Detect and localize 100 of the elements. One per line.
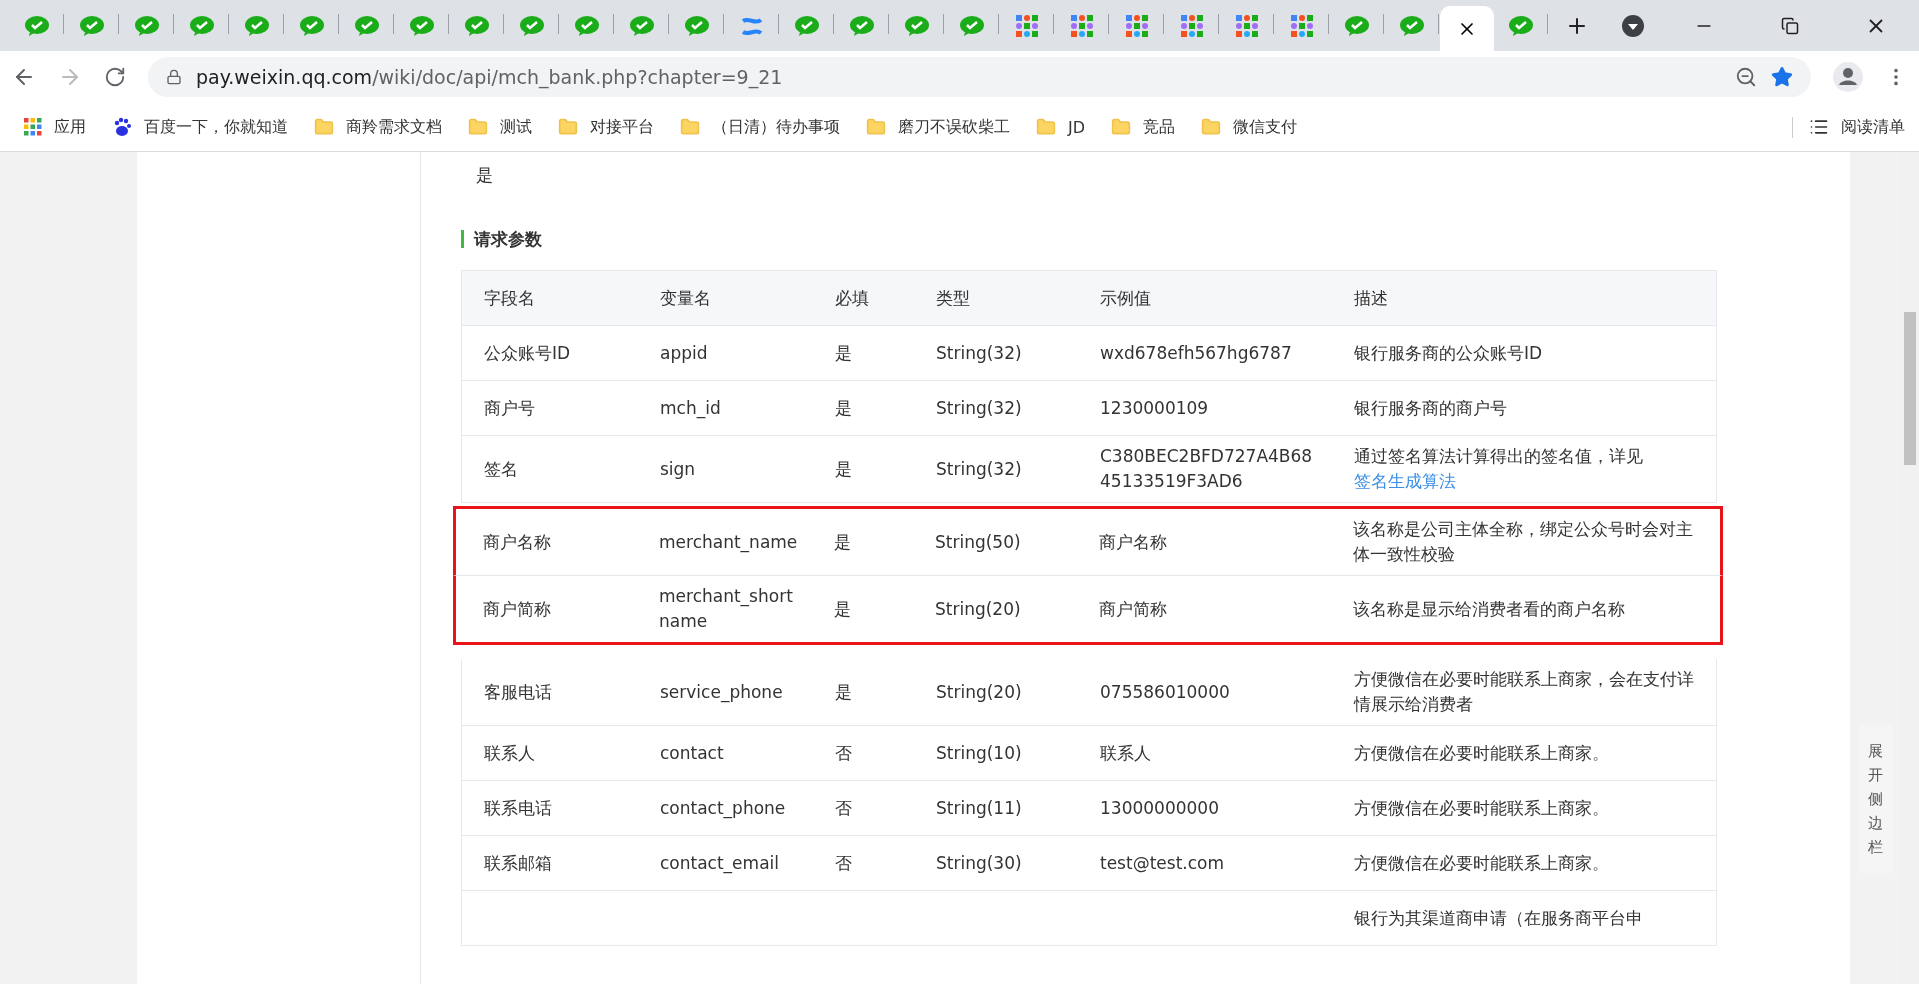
table-cell-text: service_phone [659,680,784,705]
bookmark[interactable]: 对接平台 [558,116,654,138]
table-cell-text: 公众账号ID [483,341,572,365]
table-cell-text: String(32) [935,341,1023,365]
chat-bubble-icon [79,14,105,37]
table-cell-text: 是 [833,597,852,621]
folder-icon [558,117,578,137]
chat-bubble-icon [959,14,985,37]
table-cell-text: 联系人 [1099,741,1152,765]
bookmark[interactable]: 应用 [24,116,86,138]
table-cell-text: 否 [834,796,853,820]
star-icon[interactable] [1771,66,1793,88]
bookmark[interactable]: 商羚需求文档 [314,116,442,138]
table-cell-text: merchant_shortname [658,585,794,633]
chat-bubble-icon [1399,14,1425,37]
table-cell-text: 是 [834,341,853,365]
bookmark[interactable]: 磨刀不误砍柴工 [866,116,1010,138]
chat-bubble-icon [299,14,325,37]
restore-icon[interactable] [1781,16,1799,35]
table-cell-text: merchant_name [658,530,799,555]
chat-bubble-icon [1508,14,1534,37]
bookmark[interactable]: （日清）待办事项 [680,116,840,138]
chat-bubble-icon [244,14,270,37]
column-header: 变量名 [659,286,712,310]
table-cell-text: 13000000000 [1099,796,1220,820]
body-text: 是 [475,164,494,187]
list-icon [1809,117,1829,137]
bookmark[interactable]: 微信支付 [1201,116,1298,138]
chat-bubble-icon [24,14,50,37]
chat-bubble-icon [134,14,160,37]
apps-grid-icon [24,118,42,136]
folder-icon [314,117,334,137]
table-cell-text: 是 [834,680,853,704]
folder-icon [1036,117,1056,137]
table-cell-text: 商户号 [483,396,536,420]
section-title: 请求参数 [461,230,1717,248]
table-cell-text: wxd678efh567hg6787 [1099,341,1293,365]
table-cell-text: 075586010000 [1099,680,1231,704]
chat-bubble-icon [354,14,380,37]
zoom-out-icon[interactable] [1735,66,1757,88]
shapes-grid-icon [1291,14,1313,37]
description-text: 方便微信在必要时能联系上商家。 [1354,852,1609,873]
shapes-grid-icon [1236,14,1258,37]
table-cell-text: 是 [834,396,853,420]
table-cell-text: 是 [834,457,853,481]
chat-bubble-icon [1344,14,1370,37]
table-cell-text: 商户名称 [482,530,552,554]
table-cell-text: 签名 [483,457,519,481]
table-cell-text: 是 [833,530,852,554]
bookmark[interactable]: 百度一下，你就知道 [112,116,288,138]
table-cell-text: 商户名称 [1098,530,1168,554]
table-cell-text: String(20) [934,597,1022,621]
table-cell-text: C380BEC2BFD727A4B6845133519F3AD6 [1099,445,1314,493]
shapes-grid-icon [1016,14,1038,37]
bookmark[interactable]: 测试 [468,116,532,138]
table-cell-text: 客服电话 [483,680,553,704]
description-text: 方便微信在必要时能联系上商家。 [1354,797,1609,818]
shapes-grid-icon [1071,14,1093,37]
reading-list-button[interactable]: 阅读清单 [1792,116,1905,138]
chat-bubble-icon [574,14,600,37]
table-cell-text: 联系邮箱 [483,851,553,875]
browser-tab[interactable] [1440,6,1494,51]
folder-icon [1201,117,1222,137]
folder-icon [680,117,700,137]
profile-icon[interactable] [1833,62,1863,92]
column-header: 描述 [1353,286,1389,310]
table-cell-text: contact_email [659,851,780,876]
chat-bubble-icon [629,14,655,37]
table-cell-text: appid [659,341,709,365]
address-bar[interactable]: pay.weixin.qq.com/wiki/doc/api/mch_bank.php?chapter=9_21 [148,57,1811,97]
chat-bubble-icon [684,14,710,37]
column-header: 类型 [935,286,971,310]
table-cell-text: String(11) [935,796,1023,820]
table-cell-text: test@test.com [1099,851,1225,875]
paw-icon [112,117,132,137]
table-cell-text: String(32) [935,457,1023,481]
chat-bubble-icon [409,14,435,37]
chat-bubble-icon [904,14,930,37]
dropdown-icon[interactable] [1621,13,1645,38]
shapes-grid-icon [1126,14,1148,37]
folder-icon [866,117,886,137]
table-cell-text: 商户简称 [1098,597,1168,621]
table-cell-text: 否 [834,741,853,765]
description-text: 通过签名算法计算得出的签名值，详见 [1354,446,1643,466]
table-cell-text: contact [659,741,725,765]
folder-icon [468,117,488,137]
description-text: 银行服务商的公众账号ID [1354,342,1543,363]
table-cell-text: String(32) [935,396,1023,420]
bookmark[interactable]: 竞品 [1111,116,1176,138]
description-text: 银行为其渠道商申请（在服务商平台申 [1354,907,1643,928]
description-text: 该名称是公司主体全称，绑定公众号时会对主体一致性校验 [1353,519,1693,564]
table-cell-text: String(30) [935,851,1023,875]
doc-link[interactable]: 签名生成算法 [1354,471,1456,491]
description-text: 银行服务商的商户号 [1354,397,1507,418]
folder-icon [1111,117,1132,137]
bookmark[interactable]: JD [1036,117,1086,137]
column-header: 示例值 [1099,286,1152,310]
table-cell-text: 商户简称 [482,597,552,621]
chat-bubble-icon [519,14,545,37]
reload-icon[interactable] [104,66,126,88]
